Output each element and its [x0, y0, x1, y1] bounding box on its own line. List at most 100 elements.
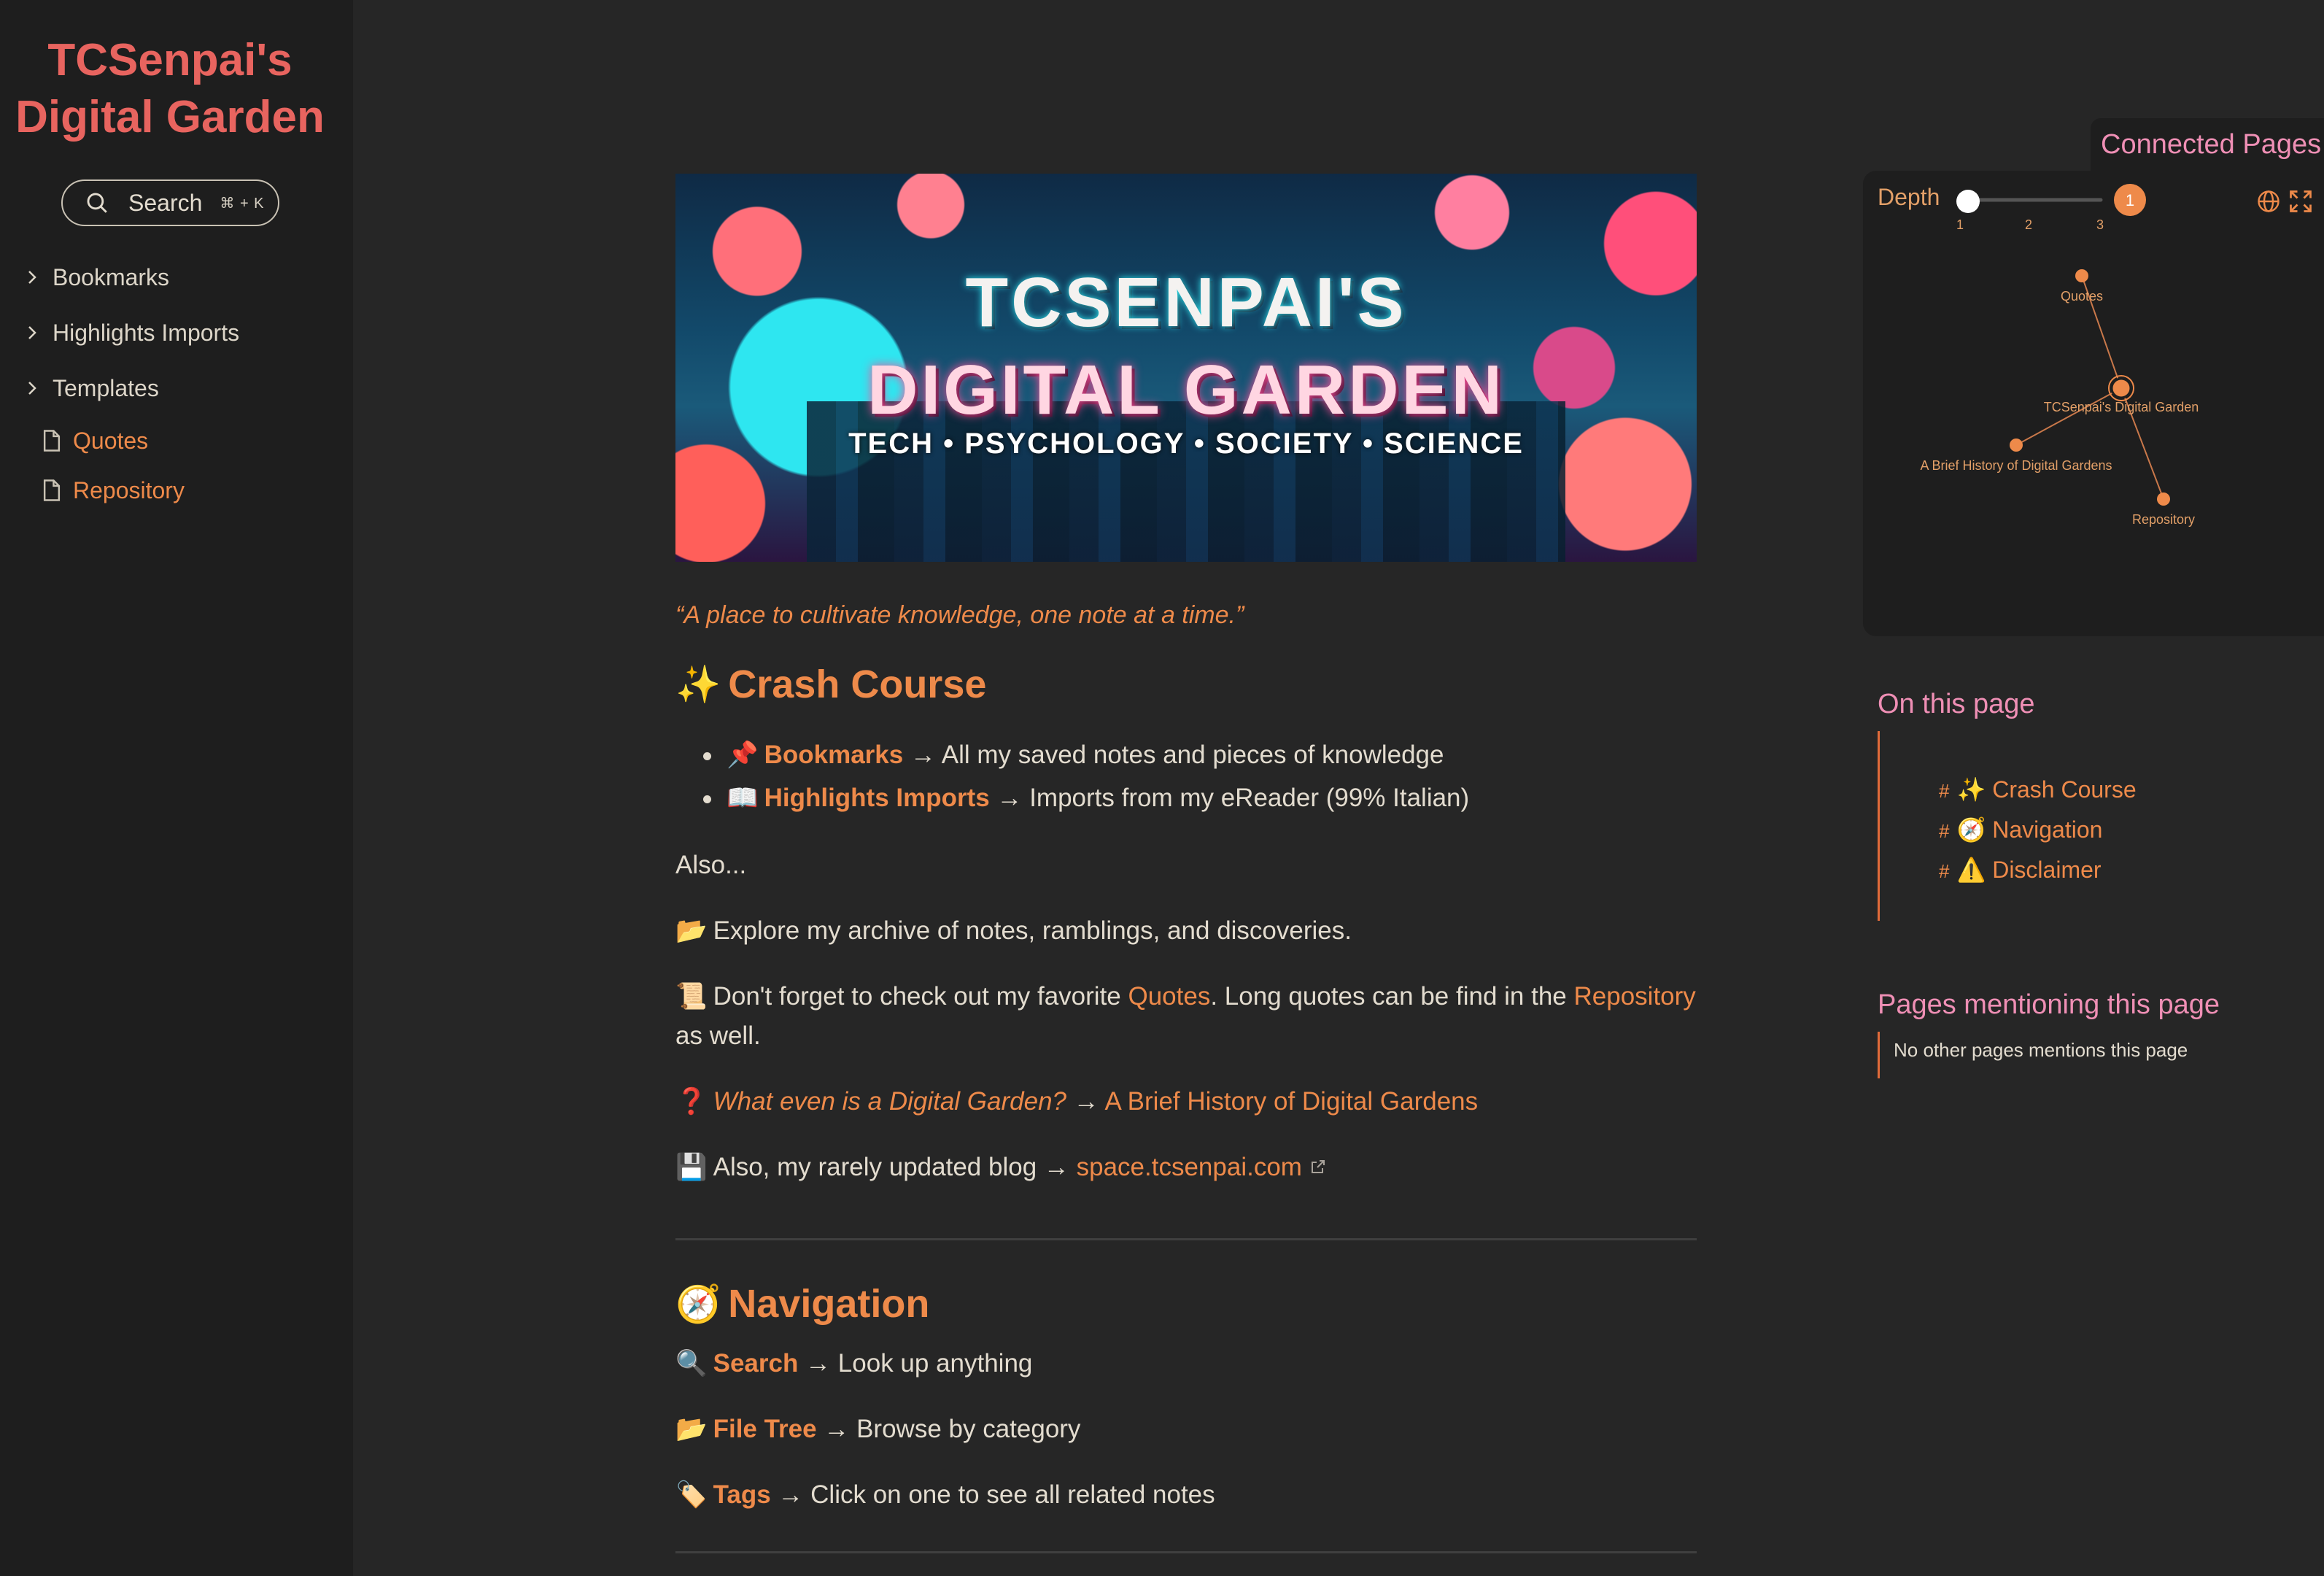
- graph-canvas[interactable]: 1 2 3 1 Quotes TCSenpai's Digital Garden…: [1863, 171, 2324, 636]
- backlinks-title: Pages mentioning this page: [1878, 989, 2220, 1020]
- graph-node-label: TCSenpai's Digital Garden: [2044, 400, 2199, 414]
- folder-icon: 📂: [675, 916, 708, 945]
- question-text: What even is a Digital Garden?: [713, 1087, 1067, 1116]
- expand-icon[interactable]: [2288, 188, 2314, 215]
- quotes-line: 📜 Don't forget to check out my favorite Q…: [675, 977, 1697, 1056]
- link-quotes[interactable]: Quotes: [1128, 982, 1210, 1011]
- divider: [675, 1238, 1697, 1240]
- graph-title: Connected Pages: [2091, 118, 2324, 171]
- link-blog[interactable]: space.tcsenpai.com: [1077, 1153, 1302, 1181]
- folder-label: Templates: [53, 374, 159, 401]
- divider: [675, 1551, 1697, 1553]
- folder-highlights-imports[interactable]: Highlights Imports: [26, 305, 347, 360]
- book-icon: 📖: [727, 784, 759, 812]
- floppy-disk-icon: 💾: [675, 1153, 708, 1181]
- graph-node-label: Repository: [2132, 512, 2195, 527]
- link-highlights-imports[interactable]: Highlights Imports: [764, 784, 990, 812]
- list-item-text: → All my saved notes and pieces of knowl…: [903, 741, 1444, 769]
- tagline: “A place to cultivate knowledge, one not…: [675, 601, 1244, 629]
- crash-course-list: 📌 Bookmarks → All my saved notes and piec…: [703, 733, 1697, 819]
- depth-tick-1: 1: [1956, 217, 1964, 232]
- link-repository[interactable]: Repository: [1574, 982, 1696, 1011]
- question-mark-icon: ❓: [675, 1087, 708, 1116]
- heading-text: Navigation: [728, 1282, 930, 1326]
- graph-node-label: Quotes: [2061, 289, 2103, 304]
- nav-item-search: 🔍 Search → Look up anything: [675, 1344, 1697, 1383]
- depth-tick-3: 3: [2096, 217, 2104, 232]
- depth-tick-2: 2: [2025, 217, 2032, 232]
- backlinks-border: [1878, 1032, 1880, 1078]
- tag-icon: 🏷️: [675, 1480, 708, 1509]
- file-repository[interactable]: Repository: [26, 466, 347, 515]
- site-title[interactable]: TCSenpai's Digital Garden: [0, 32, 340, 146]
- depth-value: 1: [2126, 191, 2134, 209]
- blog-line: 💾 Also, my rarely updated blog → space.tc…: [675, 1148, 1697, 1187]
- external-link-icon: [1311, 1160, 1325, 1173]
- also-text: Also...: [675, 851, 747, 879]
- quotes-line-middle: . Long quotes can be find in the: [1210, 982, 1574, 1011]
- search-label: Search: [128, 189, 203, 216]
- main-content: TCSENPAI'S DIGITAL GARDEN TECH • PSYCHOL…: [675, 174, 1697, 1553]
- folder-bookmarks[interactable]: Bookmarks: [26, 250, 347, 305]
- file-tree: Bookmarks Highlights Imports Templates Q…: [26, 250, 347, 515]
- link-brief-history[interactable]: A Brief History of Digital Gardens: [1105, 1087, 1479, 1116]
- sparkles-icon: ✨: [675, 663, 721, 705]
- file-label: Quotes: [73, 427, 149, 454]
- toc-item-disclaimer[interactable]: # ⚠️ Disclaimer: [1939, 851, 2137, 891]
- search-button[interactable]: Search ⌘ + K: [61, 179, 279, 226]
- toc-title: On this page: [1878, 689, 2035, 719]
- scroll-icon: 📜: [675, 982, 708, 1011]
- graph-edge: [2015, 387, 2122, 446]
- graph-node-brief-history: [2010, 439, 2023, 452]
- search-icon: [87, 193, 107, 213]
- graph-view[interactable]: Depth 1 2 3 1 Quotes TCSenpai's Digital …: [1863, 171, 2324, 636]
- folder-label: Highlights Imports: [53, 319, 240, 346]
- file-label: Repository: [73, 476, 185, 503]
- hash-icon: #: [1939, 820, 1950, 842]
- hash-icon: #: [1939, 780, 1950, 802]
- link-tags[interactable]: Tags: [713, 1480, 771, 1509]
- nav-item-file-tree: 📂 File Tree → Browse by category: [675, 1410, 1697, 1449]
- toc-border: [1878, 731, 1880, 921]
- pushpin-icon: 📌: [727, 741, 759, 769]
- graph-node-label: A Brief History of Digital Gardens: [1920, 458, 2112, 473]
- toc-item-label: ✨ Crash Course: [1956, 776, 2137, 803]
- folder-label: Bookmarks: [53, 263, 170, 290]
- folder-templates[interactable]: Templates: [26, 360, 347, 416]
- toc-list: # ✨ Crash Course # 🧭 Navigation # ⚠️ Discla…: [1939, 770, 2137, 891]
- archive-line: 📂 Explore my archive of notes, ramblings,…: [675, 911, 1697, 951]
- toc-item-crash-course[interactable]: # ✨ Crash Course: [1939, 770, 2137, 811]
- link-file-tree[interactable]: File Tree: [713, 1415, 817, 1443]
- nav-item-text: → Look up anything: [798, 1349, 1033, 1378]
- banner-title-line1: TCSENPAI'S: [965, 263, 1407, 341]
- depth-slider-handle: [1956, 190, 1980, 213]
- search-shortcut: ⌘ + K: [220, 195, 265, 212]
- banner-image: TCSENPAI'S DIGITAL GARDEN TECH • PSYCHOL…: [675, 174, 1697, 562]
- toc-item-label: 🧭 Navigation: [1956, 816, 2103, 843]
- compass-icon: 🧭: [675, 1283, 721, 1324]
- hash-icon: #: [1939, 860, 1950, 882]
- banner-title-line2: DIGITAL GARDEN: [867, 351, 1505, 429]
- list-item-text: → Imports from my eReader (99% Italian): [989, 784, 1470, 812]
- toc-item-navigation[interactable]: # 🧭 Navigation: [1939, 811, 2137, 851]
- chevron-right-icon: [26, 269, 47, 286]
- nav-item-tags: 🏷️ Tags → Click on one to see all related…: [675, 1475, 1697, 1515]
- chevron-right-icon: [26, 379, 47, 397]
- digital-garden-question-line: ❓ What even is a Digital Garden? → A Brie…: [675, 1082, 1697, 1121]
- blog-text: Also, my rarely updated blog →: [713, 1153, 1077, 1181]
- heading-text: Crash Course: [728, 663, 987, 706]
- file-quotes[interactable]: Quotes: [26, 416, 347, 466]
- backlinks-empty-text: No other pages mentions this page: [1894, 1039, 2188, 1061]
- chevron-right-icon: [26, 324, 47, 341]
- toc-item-label: ⚠️ Disclaimer: [1956, 857, 2102, 883]
- folder-icon: 📂: [675, 1415, 708, 1443]
- link-search[interactable]: Search: [713, 1349, 799, 1378]
- global-graph-icon[interactable]: [2255, 188, 2282, 215]
- nav-item-text: → Browse by category: [816, 1415, 1081, 1443]
- nav-item-text: → Click on one to see all related notes: [770, 1480, 1215, 1509]
- link-bookmarks[interactable]: Bookmarks: [764, 741, 904, 769]
- file-icon: [43, 479, 61, 501]
- graph-node-quotes: [2075, 269, 2088, 282]
- sidebar: TCSenpai's Digital Garden Search ⌘ + K B…: [0, 0, 353, 1576]
- graph-node-current: [2110, 377, 2132, 399]
